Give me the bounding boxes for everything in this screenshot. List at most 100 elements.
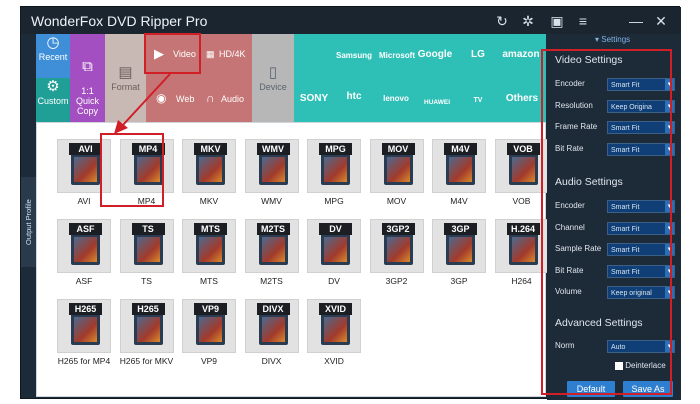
format-item[interactable]: MPG MPG (305, 139, 363, 215)
custom-label: Custom (37, 96, 69, 106)
close-button[interactable]: ✕ (651, 11, 671, 31)
format-label: DV (328, 276, 340, 286)
format-tag: MKV (194, 143, 227, 155)
format-tag: XVID (319, 303, 352, 315)
device-label: Device (259, 82, 287, 92)
brand-sony[interactable]: SONY (296, 92, 332, 106)
format-thumbnail: M2TS (244, 219, 299, 273)
format-item[interactable]: H265 H265 for MKV (118, 299, 176, 375)
format-card: DIVX (256, 303, 290, 345)
format-thumbnail: 3GP2 (369, 219, 424, 273)
hd-icon: ▦ (206, 49, 215, 59)
format-image (324, 237, 347, 262)
title-bar: WonderFox DVD Ripper Pro ↻ ✲ ▣ ≡ — ✕ (21, 7, 681, 34)
format-tag: VOB (506, 143, 540, 155)
brand-htc[interactable]: htc (336, 90, 372, 104)
recent-button[interactable]: ◷ Recent (36, 34, 70, 78)
format-label: MOV (386, 196, 407, 206)
format-label: 3GP (450, 276, 468, 286)
hd-tab[interactable]: ▦ HD/4K (201, 34, 252, 78)
format-image (74, 157, 97, 182)
format-label: H265 for MP4 (57, 356, 111, 366)
brand-huawei[interactable]: HUAWEI (419, 96, 455, 110)
format-card: MTS (194, 223, 227, 265)
clock-icon: ◷ (46, 34, 60, 51)
settings-link[interactable]: ▾ Settings (595, 35, 630, 44)
audio-tab[interactable]: ∩ Audio (201, 78, 252, 122)
minimize-button[interactable]: — (626, 11, 646, 31)
format-item[interactable]: MOV MOV (368, 139, 426, 215)
format-item[interactable]: DV DV (305, 219, 363, 295)
format-image (449, 237, 472, 262)
format-tag: H.264 (506, 223, 540, 235)
brand-lg[interactable]: LG (459, 48, 497, 62)
format-thumbnail: DV (307, 219, 361, 273)
format-item[interactable]: DIVX DIVX (243, 299, 301, 375)
brand-others[interactable]: Others (502, 92, 542, 106)
format-item[interactable]: 3GP2 3GP2 (368, 219, 426, 295)
brand-amazon[interactable]: amazon (500, 48, 542, 62)
format-item[interactable]: VP9 VP9 (180, 299, 238, 375)
format-card: M2TS (256, 223, 290, 265)
format-item[interactable]: ASF ASF (55, 219, 113, 295)
format-thumbnail: TS (119, 219, 174, 273)
format-thumbnail: H265 (57, 299, 111, 353)
custom-button[interactable]: ⚙ Custom (36, 78, 70, 122)
format-tag: 3GP2 (381, 223, 415, 235)
format-tag: AVI (69, 143, 102, 155)
format-item[interactable]: MTS MTS (180, 219, 238, 295)
format-card: ASF (69, 223, 102, 265)
brand-tv[interactable]: TV (460, 94, 496, 108)
format-tag: MTS (194, 223, 227, 235)
format-card: WMV (256, 143, 290, 185)
refresh-icon[interactable]: ↻ (492, 11, 512, 31)
format-thumbnail: MPG (307, 139, 361, 193)
mp4-callout (100, 133, 164, 207)
format-card: VOB (506, 143, 540, 185)
menu-icon[interactable]: ≡ (573, 11, 593, 31)
format-label: MKV (199, 196, 219, 206)
format-thumbnail: DIVX (244, 299, 299, 353)
format-label: MPG (324, 196, 344, 206)
format-item[interactable]: H265 H265 for MP4 (55, 299, 113, 375)
format-item[interactable]: 3GP 3GP (430, 219, 488, 295)
format-label: 3GP2 (385, 276, 408, 286)
format-card: AVI (69, 143, 102, 185)
annotation-arrow (114, 73, 171, 134)
headphones-icon: ∩ (206, 91, 215, 105)
format-item[interactable]: WMV WMV (243, 139, 301, 215)
format-item[interactable]: M2TS M2TS (243, 219, 301, 295)
format-label: M2TS (260, 276, 283, 286)
settings-icon[interactable]: ✲ (518, 11, 538, 31)
brand-google[interactable]: Google (416, 48, 454, 62)
format-image (199, 317, 222, 342)
format-item[interactable]: TS TS (118, 219, 176, 295)
device-button[interactable]: ▯ Device (252, 34, 294, 122)
format-label: WMV (261, 196, 282, 206)
format-thumbnail: MTS (182, 219, 236, 273)
format-card: MPG (319, 143, 352, 185)
chat-icon[interactable]: ▣ (547, 11, 567, 31)
format-image (511, 157, 535, 182)
video-tab-callout (144, 33, 201, 74)
arrow-line (121, 73, 171, 127)
hd-tab-label: HD/4K (219, 49, 246, 59)
format-label: XVID (324, 356, 344, 366)
brand-samsung[interactable]: Samsung (334, 49, 374, 63)
brand-panel: Samsung Microsoft Google LG amazon SONY … (294, 34, 546, 122)
output-profile-tab[interactable]: Output Profile (21, 177, 36, 267)
format-image (261, 157, 285, 182)
format-tag: ASF (69, 223, 102, 235)
format-image (74, 237, 97, 262)
brand-lenovo[interactable]: lenovo (377, 92, 415, 106)
format-item[interactable]: M4V M4V (430, 139, 488, 215)
format-card: MKV (194, 143, 227, 185)
format-tag: 3GP (444, 223, 477, 235)
format-item[interactable]: XVID XVID (305, 299, 363, 375)
format-tag: DV (319, 223, 352, 235)
format-card: MOV (381, 143, 415, 185)
format-item[interactable]: MKV MKV (180, 139, 238, 215)
brand-microsoft[interactable]: Microsoft (377, 49, 417, 63)
format-tag: VP9 (194, 303, 227, 315)
format-image (136, 237, 160, 262)
